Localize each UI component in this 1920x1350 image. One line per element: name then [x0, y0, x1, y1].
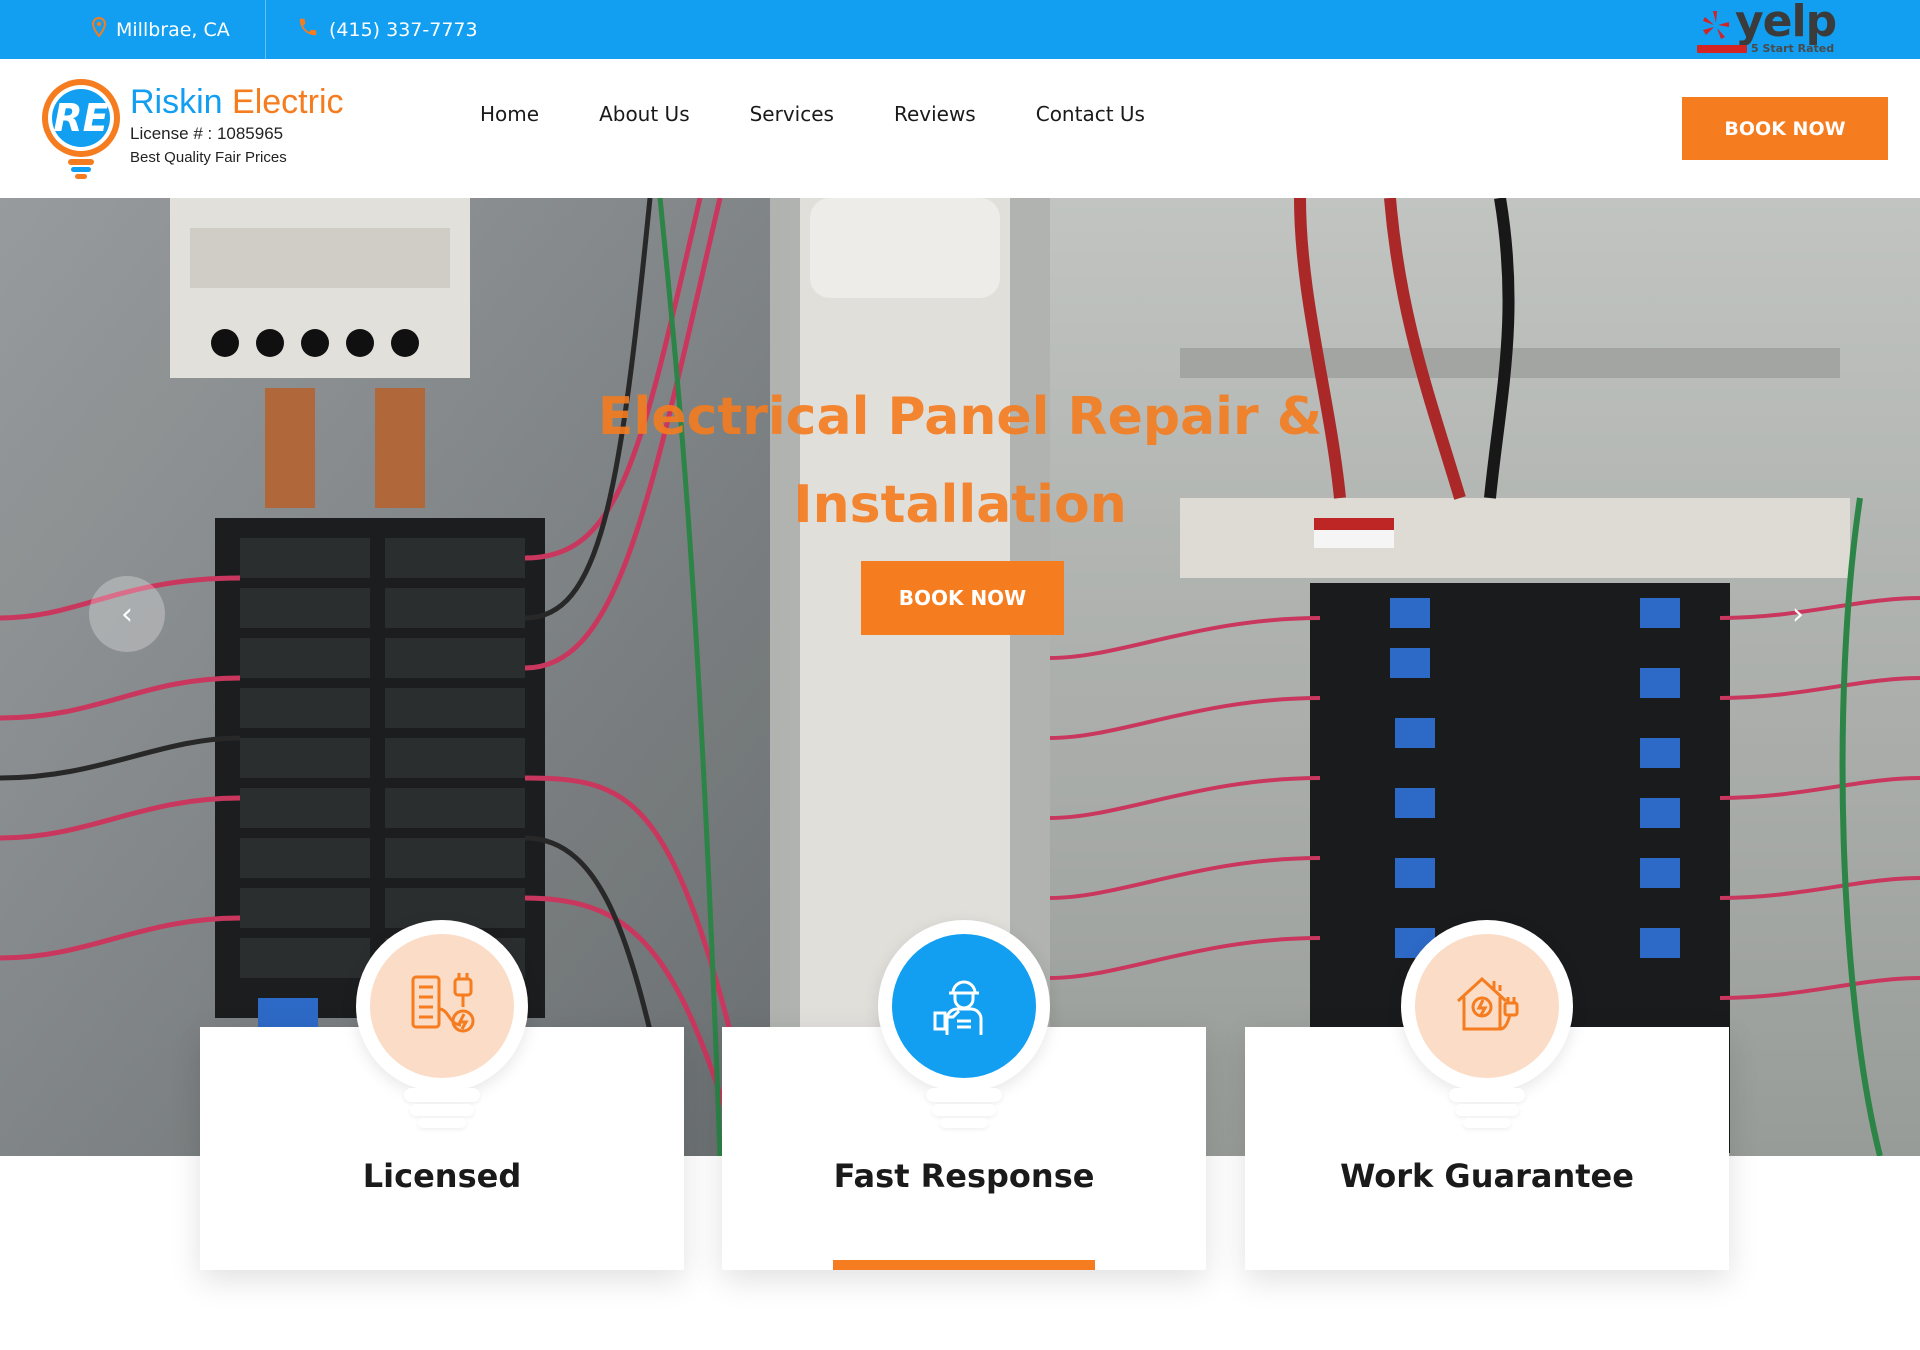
hero-title: Electrical Panel Repair & Installation	[597, 387, 1323, 535]
svg-text:RE: RE	[53, 96, 108, 140]
feature-label: Licensed	[362, 1157, 522, 1195]
yelp-rating-text: 5 Start Rated	[1751, 42, 1835, 55]
top-info-bar: Millbrae, CA (415) 337-7773 yelp 5 Start…	[0, 0, 1920, 59]
badge-base	[1455, 1104, 1519, 1116]
badge-inner	[370, 934, 514, 1078]
chevron-left-icon: ‹	[121, 596, 133, 632]
header-book-now-button[interactable]: BOOK NOW	[1682, 97, 1888, 160]
brand-name-second: Electric	[232, 83, 344, 121]
yelp-rating: 5 Start Rated	[1697, 42, 1834, 55]
yelp-burst-icon	[1703, 11, 1729, 39]
rating-stars-icon	[1697, 44, 1747, 53]
phone-icon	[297, 16, 319, 43]
topbar-divider	[265, 0, 266, 59]
brand-name-first: Riskin	[130, 83, 223, 121]
nav-services[interactable]: Services	[750, 102, 834, 126]
yelp-badge[interactable]: yelp 5 Start Rated	[1697, 0, 1839, 58]
badge-inner	[1415, 934, 1559, 1078]
nav-home[interactable]: Home	[480, 102, 539, 126]
feature-badge-work-guarantee	[1401, 920, 1573, 1130]
license-number: License # : 1085965	[130, 124, 284, 143]
nav-reviews[interactable]: Reviews	[894, 102, 976, 126]
panel-plug-icon	[411, 973, 475, 1033]
location-text: Millbrae, CA	[116, 18, 230, 41]
feature-label: Fast Response	[833, 1157, 1095, 1195]
badge-base	[404, 1088, 480, 1102]
hero-book-now-button[interactable]: BOOK NOW	[861, 561, 1064, 635]
badge-base	[926, 1088, 1002, 1102]
electrician-worker-icon	[933, 980, 983, 1035]
badge-base	[1463, 1118, 1511, 1128]
slider-prev-button[interactable]: ‹	[89, 576, 165, 652]
active-card-accent-bar	[833, 1260, 1095, 1270]
phone-link[interactable]: (415) 337-7773	[297, 0, 478, 59]
site-logo[interactable]: RE Riskin Electric License # : 1085965 B…	[38, 77, 368, 183]
house-plug-icon	[1456, 976, 1519, 1031]
badge-base	[410, 1104, 474, 1116]
badge-base	[932, 1104, 996, 1116]
brand-name: Riskin Electric	[130, 83, 344, 122]
site-header: RE Riskin Electric License # : 1085965 B…	[0, 59, 1920, 198]
location-info: Millbrae, CA	[91, 0, 230, 59]
badge-inner	[892, 934, 1036, 1078]
brand-tagline: Best Quality Fair Prices	[130, 149, 287, 166]
phone-text: (415) 337-7773	[329, 18, 478, 41]
nav-about-us[interactable]: About Us	[599, 102, 690, 126]
slider-next-button[interactable]: ›	[1760, 576, 1836, 652]
badge-base	[940, 1118, 988, 1128]
feature-badge-licensed	[356, 920, 528, 1130]
yelp-wordmark: yelp	[1735, 0, 1837, 47]
badge-base	[418, 1118, 466, 1128]
nav-contact-us[interactable]: Contact Us	[1036, 102, 1145, 126]
badge-base	[1449, 1088, 1525, 1102]
feature-label: Work Guarantee	[1340, 1157, 1634, 1195]
feature-badge-fast-response	[878, 920, 1050, 1130]
main-nav: Home About Us Services Reviews Contact U…	[480, 59, 1205, 169]
map-pin-icon	[91, 16, 107, 42]
chevron-right-icon: ›	[1792, 596, 1804, 632]
logo-bulb-icon: RE	[42, 79, 120, 179]
